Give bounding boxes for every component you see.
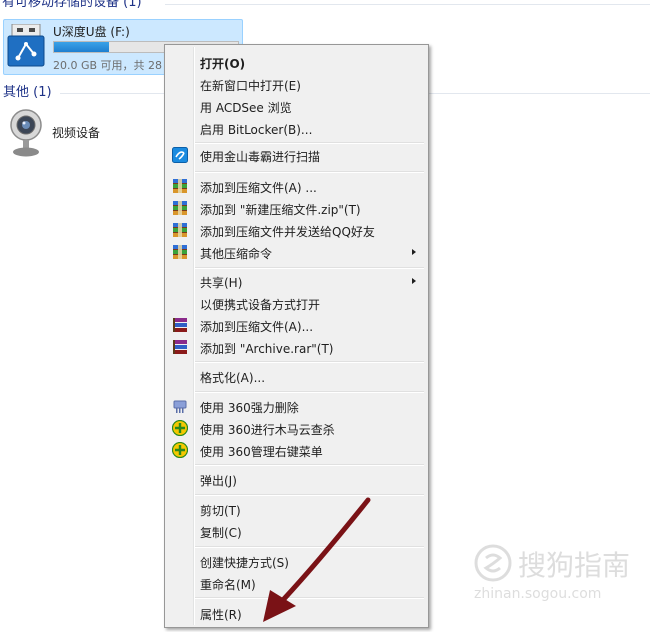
menu-item-label: 弹出(J) [200, 474, 237, 488]
menu-item-21[interactable]: 创建快捷方式(S) [167, 550, 426, 572]
menu-item-label: 打开(O) [200, 57, 246, 71]
winrar-books-icon [172, 317, 188, 333]
menu-item-label: 其他压缩命令 [200, 247, 273, 261]
menu-separator [195, 464, 424, 466]
menu-item-label: 复制(C) [200, 526, 242, 540]
360-security-icon [172, 442, 188, 458]
drive-name: U深度U盘 (F:) [53, 25, 130, 39]
menu-item-22[interactable]: 重命名(M) [167, 572, 426, 594]
other-group-header[interactable]: 其他 (1) [3, 84, 52, 102]
menu-item-label: 添加到压缩文件(A)... [200, 320, 314, 334]
removable-storage-group-header[interactable]: 有可移动存储的设备 (1) [2, 0, 142, 12]
winrar-archive-icon [172, 178, 188, 194]
winrar-archive-icon [172, 200, 188, 216]
menu-item-9[interactable]: 其他压缩命令 [167, 241, 426, 263]
menu-item-12[interactable]: 添加到压缩文件(A)... [167, 314, 426, 336]
menu-item-19[interactable]: 剪切(T) [167, 498, 426, 520]
menu-item-4[interactable]: 启用 BitLocker(B)... [167, 117, 426, 139]
menu-item-15[interactable]: 使用 360强力删除 [167, 395, 426, 417]
menu-item-1[interactable]: 打开(O) [167, 51, 426, 73]
menu-item-label: 属性(R) [200, 608, 242, 622]
menu-item-14[interactable]: 格式化(A)... [167, 365, 426, 387]
menu-item-17[interactable]: 使用 360管理右键菜单 [167, 439, 426, 461]
kingsoft-antivirus-icon [172, 147, 188, 163]
menu-separator [195, 494, 424, 496]
drive-usage-fill [54, 42, 110, 52]
360-shredder-icon [172, 398, 188, 414]
menu-item-13[interactable]: 添加到 "Archive.rar"(T) [167, 336, 426, 358]
winrar-archive-icon [172, 222, 188, 238]
submenu-arrow-icon [412, 278, 416, 284]
menu-item-10[interactable]: 共享(H) [167, 270, 426, 292]
menu-item-16[interactable]: 使用 360进行木马云查杀 [167, 417, 426, 439]
submenu-arrow-icon [412, 249, 416, 255]
menu-separator [195, 142, 424, 144]
menu-item-6[interactable]: 添加到压缩文件(A) ... [167, 175, 426, 197]
menu-separator [195, 391, 424, 393]
menu-item-label: 添加到 "Archive.rar"(T) [200, 342, 334, 356]
menu-item-2[interactable]: 在新窗口中打开(E) [167, 73, 426, 95]
webcam-icon [10, 109, 42, 157]
menu-item-label: 添加到 "新建压缩文件.zip"(T) [200, 203, 361, 217]
drive-free-space: 20.0 GB 可用，共 28 [53, 59, 163, 72]
menu-item-5[interactable]: 使用金山毒霸进行扫描 [167, 144, 426, 166]
menu-separator [195, 171, 424, 173]
menu-item-3[interactable]: 用 ACDSee 浏览 [167, 95, 426, 117]
menu-item-label: 使用 360强力删除 [200, 401, 299, 415]
winrar-archive-icon [172, 244, 188, 260]
menu-item-label: 共享(H) [200, 276, 243, 290]
watermark-text: 搜狗指南 [518, 549, 631, 582]
sogou-watermark: 搜狗指南 zhinan.sogou.com [470, 540, 640, 610]
menu-item-label: 启用 BitLocker(B)... [200, 123, 313, 137]
watermark-url: zhinan.sogou.com [474, 586, 602, 602]
menu-item-8[interactable]: 添加到压缩文件并发送给QQ好友 [167, 219, 426, 241]
menu-separator [195, 267, 424, 269]
menu-item-11[interactable]: 以便携式设备方式打开 [167, 292, 426, 314]
menu-separator [195, 597, 424, 599]
menu-separator [195, 546, 424, 548]
menu-item-label: 用 ACDSee 浏览 [200, 101, 292, 115]
menu-item-label: 重命名(M) [200, 578, 256, 592]
menu-item-20[interactable]: 复制(C) [167, 520, 426, 542]
menu-item-label: 剪切(T) [200, 504, 241, 518]
360-security-icon [172, 420, 188, 436]
video-device-label: 视频设备 [52, 126, 101, 140]
menu-item-label: 使用 360管理右键菜单 [200, 445, 323, 459]
menu-item-label: 创建快捷方式(S) [200, 556, 289, 570]
menu-item-18[interactable]: 弹出(J) [167, 468, 426, 490]
menu-item-label: 在新窗口中打开(E) [200, 79, 301, 93]
group-divider [165, 4, 650, 5]
winrar-books-icon [172, 339, 188, 355]
menu-item-label: 格式化(A)... [200, 371, 266, 385]
menu-separator [195, 361, 424, 363]
menu-item-7[interactable]: 添加到 "新建压缩文件.zip"(T) [167, 197, 426, 219]
context-menu: 打开(O) 在新窗口中打开(E) 用 ACDSee 浏览启用 BitLocker(B… [164, 44, 429, 628]
menu-item-23[interactable]: 属性(R) [167, 602, 426, 624]
video-device-item[interactable]: 视频设备 [4, 108, 124, 160]
menu-item-label: 添加到压缩文件(A) ... [200, 181, 317, 195]
menu-item-label: 以便携式设备方式打开 [200, 298, 321, 312]
menu-item-label: 添加到压缩文件并发送给QQ好友 [200, 225, 375, 239]
usb-drive-icon [7, 24, 45, 67]
menu-item-label: 使用金山毒霸进行扫描 [200, 150, 321, 164]
sogou-logo-icon [474, 544, 512, 582]
menu-item-label: 使用 360进行木马云查杀 [200, 423, 335, 437]
